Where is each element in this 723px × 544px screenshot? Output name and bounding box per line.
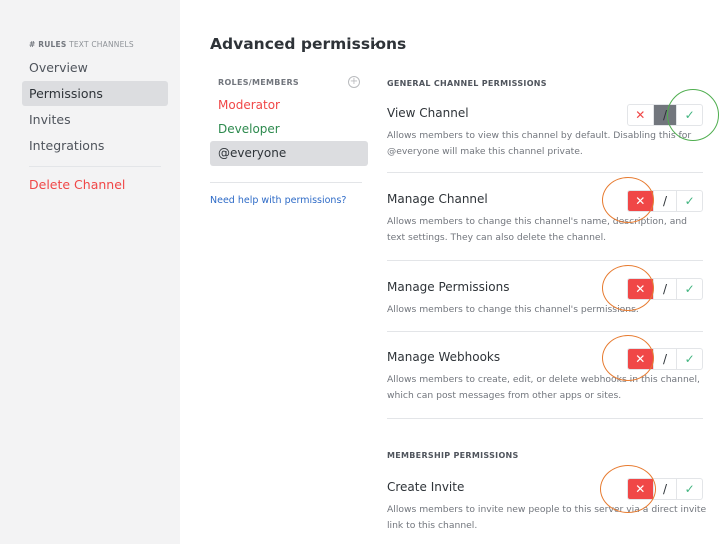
add-role-icon[interactable]: + [348,76,360,88]
permissions-help-link[interactable]: Need help with permissions? [210,195,346,206]
close-icon[interactable]: ✕ [628,105,653,125]
permission-toggle-view-channel: ✕ / ✓ [627,104,703,126]
permission-description: Allows members to invite new people to t… [387,504,707,531]
delete-channel-button[interactable]: Delete Channel [22,172,168,197]
permission-name: Manage Channel [387,192,488,206]
slash-icon[interactable]: / [652,191,678,211]
permission-name: Manage Webhooks [387,350,501,364]
slash-icon[interactable]: / [652,479,678,499]
sidebar-item-integrations[interactable]: Integrations [22,133,168,158]
permission-toggle-create-invite: ✕ / ✓ [627,478,703,500]
permission-divider [387,331,703,332]
sidebar-item-invites[interactable]: Invites [22,107,168,132]
check-icon[interactable]: ✓ [677,479,702,499]
slash-icon[interactable]: / [652,279,678,299]
check-icon[interactable]: ✓ [677,105,702,125]
permission-divider [387,172,703,173]
permission-description: Allows members to change this channel's … [387,304,639,315]
role-item-developer[interactable]: Developer [210,117,368,142]
permission-name: Manage Permissions [387,280,510,294]
close-icon[interactable]: ✕ [628,191,653,211]
close-icon[interactable]: ✕ [628,479,653,499]
channel-category: TEXT CHANNELS [69,40,134,49]
role-item-moderator[interactable]: Moderator [210,93,368,118]
slash-icon[interactable]: / [652,349,678,369]
check-icon[interactable]: ✓ [677,191,702,211]
membership-permissions-header: MEMBERSHIP PERMISSIONS [387,451,519,460]
permission-divider [387,418,703,419]
channel-name: # RULES [29,40,67,49]
permission-description: Allows members to create, edit, or delet… [387,374,700,401]
sidebar-item-permissions[interactable]: Permissions [22,81,168,106]
slash-icon[interactable]: / [652,105,678,125]
general-permissions-header: GENERAL CHANNEL PERMISSIONS [387,79,547,88]
permission-toggle-manage-channel: ✕ / ✓ [627,190,703,212]
check-icon[interactable]: ✓ [677,279,702,299]
sidebar-divider [29,166,161,167]
close-icon[interactable]: ✕ [628,349,653,369]
permission-divider [387,260,703,261]
check-icon[interactable]: ✓ [677,349,702,369]
close-icon[interactable]: ✕ [628,279,653,299]
settings-sidebar: # RULES TEXT CHANNELS Overview Permissio… [0,0,180,544]
permission-toggle-manage-webhooks: ✕ / ✓ [627,348,703,370]
permission-description: Allows members to view this channel by d… [387,130,692,157]
permission-name: Create Invite [387,480,465,494]
permission-description: Allows members to change this channel's … [387,216,688,243]
role-item-everyone[interactable]: @everyone [210,141,368,166]
chevron-down-icon[interactable]: ⌄ [369,35,380,50]
roles-divider [210,182,362,183]
sidebar-item-overview[interactable]: Overview [22,55,168,80]
permission-toggle-manage-permissions: ✕ / ✓ [627,278,703,300]
permission-name: View Channel [387,106,469,120]
sidebar-header: # RULES TEXT CHANNELS [29,40,134,49]
roles-members-header: ROLES/MEMBERS [218,78,299,87]
